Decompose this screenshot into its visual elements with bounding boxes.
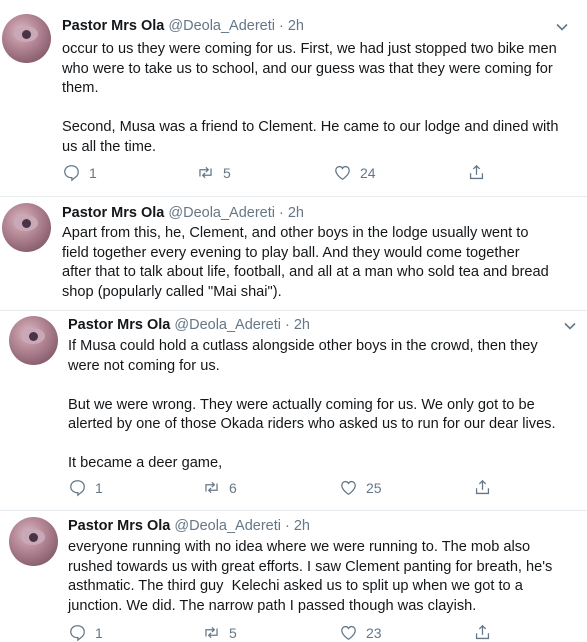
tweet-4[interactable]: Pastor Mrs Ola @Deola_Adereti · 2h every…: [0, 510, 587, 642]
reply-count: 1: [89, 164, 97, 181]
share-button[interactable]: [467, 163, 486, 182]
handle-and-time[interactable]: @Deola_Adereti · 2h: [168, 18, 304, 34]
display-name[interactable]: Pastor Mrs Ola: [68, 317, 170, 333]
tweet-text: Apart from this, he, Clement, and other …: [62, 225, 549, 300]
display-name[interactable]: Pastor Mrs Ola: [68, 518, 170, 534]
share-icon: [475, 479, 490, 495]
share-button[interactable]: [473, 478, 492, 497]
retweet-icon: [199, 166, 212, 179]
reply-button[interactable]: 1: [68, 478, 103, 497]
share-icon: [475, 624, 490, 640]
retweet-icon: [205, 481, 218, 494]
tweet-actions: 1 5 23: [68, 623, 568, 642]
like-button[interactable]: 24: [333, 163, 376, 182]
share-button[interactable]: [473, 623, 492, 642]
like-count: 25: [366, 479, 382, 496]
retweet-count: 5: [223, 164, 231, 181]
chevron-down-icon[interactable]: [555, 20, 569, 34]
retweet-button[interactable]: 5: [196, 163, 231, 182]
handle-and-time[interactable]: @Deola_Adereti · 2h: [174, 317, 310, 333]
avatar[interactable]: [2, 14, 51, 63]
avatar[interactable]: [9, 517, 58, 566]
tweet-header: Pastor Mrs Ola @Deola_Adereti · 2h: [68, 317, 310, 333]
tweet-text: everyone running with no idea where we w…: [68, 539, 553, 614]
reply-button[interactable]: 1: [68, 623, 103, 642]
reply-icon: [70, 625, 85, 642]
like-icon: [341, 625, 356, 640]
reply-icon: [64, 165, 79, 182]
like-count: 24: [360, 164, 376, 181]
tweet-text: If Musa could hold a cutlass alongside o…: [68, 338, 556, 471]
reply-count: 1: [95, 624, 103, 641]
tweet-actions: 1 5 24: [62, 163, 562, 183]
reply-icon: [70, 480, 85, 497]
retweet-icon: [205, 626, 218, 639]
avatar[interactable]: [9, 316, 58, 365]
retweet-button[interactable]: 6: [202, 478, 237, 497]
display-name[interactable]: Pastor Mrs Ola: [62, 205, 164, 221]
like-count: 23: [366, 624, 382, 641]
like-icon: [341, 480, 356, 495]
retweet-button[interactable]: 5: [202, 623, 237, 642]
chevron-down-icon[interactable]: [563, 319, 577, 333]
tweet-header: Pastor Mrs Ola @Deola_Adereti · 2h: [62, 205, 304, 221]
tweet-3[interactable]: Pastor Mrs Ola @Deola_Adereti · 2h If Mu…: [0, 310, 587, 510]
reply-count: 1: [95, 479, 103, 496]
like-icon: [335, 165, 350, 180]
retweet-count: 6: [229, 479, 237, 496]
tweet-actions: 1 6 25: [68, 478, 568, 498]
display-name[interactable]: Pastor Mrs Ola: [62, 18, 164, 34]
reply-button[interactable]: 1: [62, 163, 97, 182]
like-button[interactable]: 23: [339, 623, 382, 642]
handle-and-time[interactable]: @Deola_Adereti · 2h: [174, 518, 310, 534]
tweet-text: occur to us they were coming for us. Fir…: [62, 41, 559, 155]
handle-and-time[interactable]: @Deola_Adereti · 2h: [168, 205, 304, 221]
avatar[interactable]: [2, 203, 51, 252]
like-button[interactable]: 25: [339, 478, 382, 497]
tweet-header: Pastor Mrs Ola @Deola_Adereti · 2h: [68, 518, 310, 534]
retweet-count: 5: [229, 624, 237, 641]
share-icon: [469, 164, 484, 180]
tweet-header: Pastor Mrs Ola @Deola_Adereti · 2h: [62, 18, 304, 34]
tweet-1[interactable]: Pastor Mrs Ola @Deola_Adereti · 2h occur…: [0, 0, 587, 196]
tweet-2[interactable]: Pastor Mrs Ola @Deola_Adereti · 2h Apart…: [0, 196, 587, 310]
